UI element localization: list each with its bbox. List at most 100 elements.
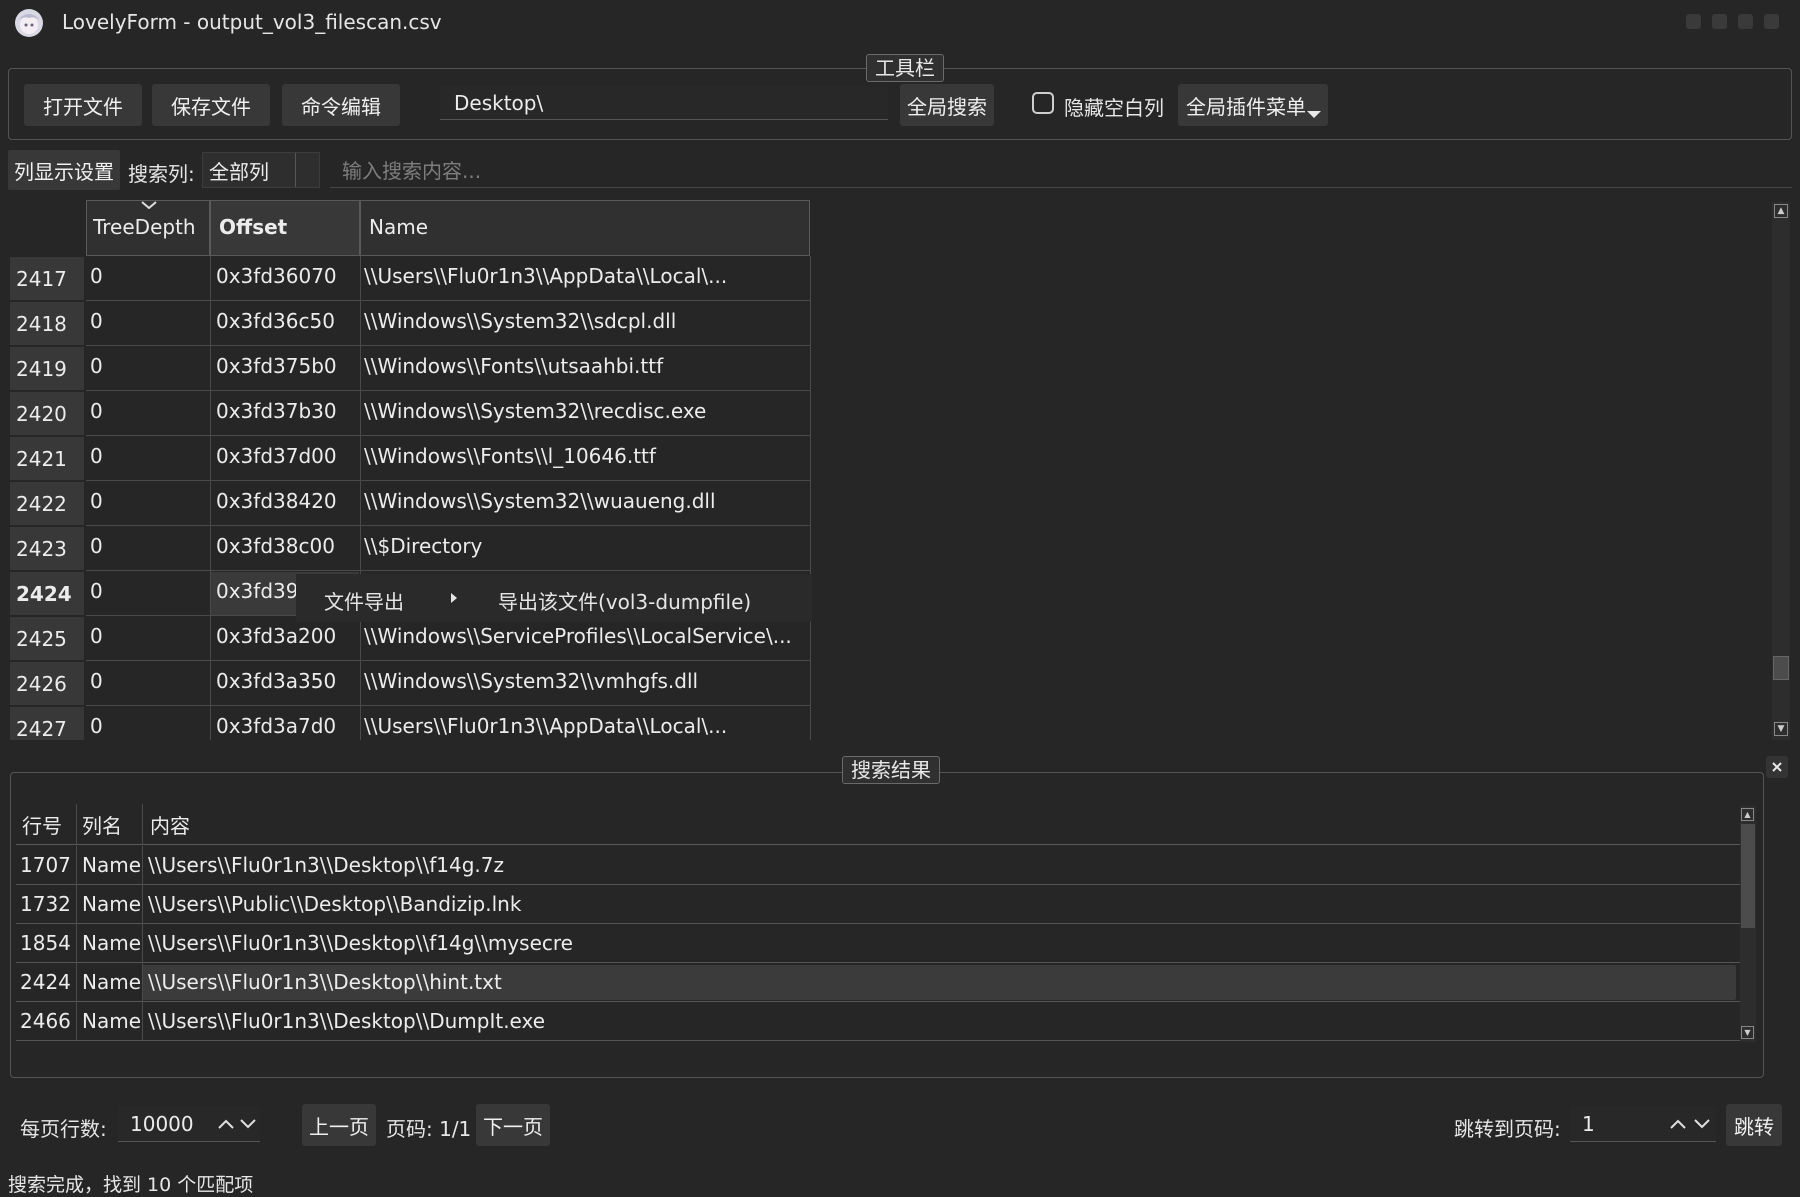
- treedepth-cell[interactable]: 0: [90, 669, 206, 693]
- offset-cell[interactable]: 0x3fd36c50: [216, 309, 356, 333]
- prev-page-button[interactable]: 上一页: [302, 1104, 376, 1146]
- result-column-name[interactable]: Name: [82, 970, 141, 994]
- column-header-offset[interactable]: Offset: [210, 200, 360, 256]
- result-row[interactable]: 1732 Name \\Users\\Public\\Desktop\\Bandiz…: [16, 885, 1740, 924]
- offset-cell[interactable]: 0x3fd3a350: [216, 669, 356, 693]
- name-cell[interactable]: \\$Directory: [364, 534, 804, 558]
- spin-up-icon[interactable]: [218, 1119, 234, 1129]
- results-scroll-up-arrow-icon[interactable]: ▲: [1741, 808, 1754, 821]
- results-scroll-thumb[interactable]: [1741, 824, 1755, 928]
- scroll-thumb[interactable]: [1773, 656, 1789, 680]
- jump-button[interactable]: 跳转: [1726, 1104, 1782, 1146]
- name-cell[interactable]: \\Windows\\System32\\recdisc.exe: [364, 399, 804, 423]
- treedepth-cell[interactable]: 0: [90, 354, 206, 378]
- treedepth-cell[interactable]: 0: [90, 579, 206, 603]
- row-number-cell[interactable]: 2425: [10, 617, 84, 660]
- result-line-number[interactable]: 1707: [20, 853, 71, 877]
- treedepth-cell[interactable]: 0: [90, 309, 206, 333]
- offset-cell[interactable]: 0x3fd38c00: [216, 534, 356, 558]
- context-menu-export-dumpfile[interactable]: 导出该文件(vol3-dumpfile): [498, 586, 751, 615]
- spin-down-icon[interactable]: [240, 1119, 256, 1129]
- table-row[interactable]: 2419 0 0x3fd375b0 \\Windows\\Fonts\\utsaahb…: [8, 346, 811, 391]
- row-number-cell[interactable]: 2417: [10, 257, 84, 300]
- search-results-close-button[interactable]: [1766, 756, 1788, 778]
- row-number-cell[interactable]: 2418: [10, 302, 84, 345]
- result-content[interactable]: \\Users\\Public\\Desktop\\Bandizip.lnk: [148, 892, 1728, 916]
- treedepth-cell[interactable]: 0: [90, 624, 206, 648]
- global-search-button[interactable]: 全局搜索: [900, 84, 994, 126]
- result-row[interactable]: 2424 Name \\Users\\Flu0r1n3\\Desktop\\hint…: [16, 963, 1740, 1002]
- table-row[interactable]: 2420 0 0x3fd37b30 \\Windows\\System32\\recd…: [8, 391, 811, 436]
- treedepth-cell[interactable]: 0: [90, 489, 206, 513]
- name-cell[interactable]: \\Windows\\System32\\sdcpl.dll: [364, 309, 804, 333]
- table-row[interactable]: 2422 0 0x3fd38420 \\Windows\\System32\\wuau…: [8, 481, 811, 526]
- table-row[interactable]: 2423 0 0x3fd38c00 \\$Directory: [8, 526, 811, 571]
- scroll-down-arrow-icon[interactable]: ▼: [1774, 722, 1788, 736]
- row-number-cell[interactable]: 2427: [10, 707, 84, 740]
- offset-cell[interactable]: 0x3fd3a200: [216, 624, 356, 648]
- result-column-name[interactable]: Name: [82, 1009, 141, 1033]
- name-cell[interactable]: \\Windows\\System32\\vmhgfs.dll: [364, 669, 804, 693]
- spin-down-icon[interactable]: [1694, 1119, 1710, 1129]
- save-file-button[interactable]: 保存文件: [152, 84, 270, 126]
- window-menu-button[interactable]: [1686, 14, 1701, 29]
- name-cell[interactable]: \\Users\\Flu0r1n3\\AppData\\Local\...: [364, 714, 804, 738]
- table-row[interactable]: 2425 0 0x3fd3a200 \\Windows\\ServiceProfile…: [8, 616, 811, 661]
- offset-cell[interactable]: 0x3fd36070: [216, 264, 356, 288]
- result-line-number[interactable]: 1732: [20, 892, 71, 916]
- name-cell[interactable]: \\Users\\Flu0r1n3\\AppData\\Local\...: [364, 264, 804, 288]
- treedepth-cell[interactable]: 0: [90, 444, 206, 468]
- search-input[interactable]: 输入搜索内容...: [330, 152, 1792, 188]
- table-row[interactable]: 2421 0 0x3fd37d00 \\Windows\\Fonts\\l_10646…: [8, 436, 811, 481]
- result-line-number[interactable]: 2424: [20, 970, 71, 994]
- result-content[interactable]: \\Users\\Flu0r1n3\\Desktop\\f14g\\mysecr…: [148, 931, 1728, 955]
- treedepth-cell[interactable]: 0: [90, 534, 206, 558]
- table-row[interactable]: 2417 0 0x3fd36070 \\Users\\Flu0r1n3\\AppDat…: [8, 256, 811, 301]
- spin-up-icon[interactable]: [1670, 1119, 1686, 1129]
- column-header-treedepth[interactable]: TreeDepth: [86, 200, 210, 256]
- row-number-cell[interactable]: 2426: [10, 662, 84, 705]
- results-scroll-down-arrow-icon[interactable]: ▼: [1741, 1026, 1754, 1039]
- name-cell[interactable]: \\Windows\\Fonts\\utsaahbi.ttf: [364, 354, 804, 378]
- result-column-name[interactable]: Name: [82, 892, 141, 916]
- treedepth-cell[interactable]: 0: [90, 714, 206, 738]
- row-number-cell[interactable]: 2419: [10, 347, 84, 390]
- results-scrollbar[interactable]: ▲ ▼: [1740, 806, 1756, 1042]
- table-row[interactable]: 2418 0 0x3fd36c50 \\Windows\\System32\\sdcp…: [8, 301, 811, 346]
- result-column-name[interactable]: Name: [82, 931, 141, 955]
- result-column-name[interactable]: Name: [82, 853, 141, 877]
- result-row[interactable]: 1854 Name \\Users\\Flu0r1n3\\Desktop\\f14g…: [16, 924, 1740, 963]
- next-page-button[interactable]: 下一页: [476, 1104, 550, 1146]
- table-row[interactable]: 2427 0 0x3fd3a7d0 \\Users\\Flu0r1n3\\AppDat…: [8, 706, 811, 740]
- name-cell[interactable]: \\Windows\\System32\\wuaueng.dll: [364, 489, 804, 513]
- result-line-number[interactable]: 1854: [20, 931, 71, 955]
- offset-cell[interactable]: 0x3fd37d00: [216, 444, 356, 468]
- result-row[interactable]: 1707 Name \\Users\\Flu0r1n3\\Desktop\\f14g…: [16, 846, 1740, 885]
- context-menu-file-export[interactable]: 文件导出: [324, 586, 404, 615]
- table-vertical-scrollbar[interactable]: ▲ ▼: [1772, 202, 1790, 740]
- result-content[interactable]: \\Users\\Flu0r1n3\\Desktop\\f14g.7z: [148, 853, 1728, 877]
- window-minimize-button[interactable]: [1712, 14, 1727, 29]
- treedepth-cell[interactable]: 0: [90, 399, 206, 423]
- treedepth-cell[interactable]: 0: [90, 264, 206, 288]
- path-input[interactable]: Desktop\: [440, 86, 888, 120]
- name-cell[interactable]: \\Windows\\ServiceProfiles\\LocalService…: [364, 624, 804, 648]
- row-number-cell[interactable]: 2424: [10, 572, 84, 615]
- scroll-up-arrow-icon[interactable]: ▲: [1774, 204, 1788, 218]
- result-row[interactable]: 2466 Name \\Users\\Flu0r1n3\\Desktop\\Dump…: [16, 1002, 1740, 1041]
- result-line-number[interactable]: 2466: [20, 1009, 71, 1033]
- offset-cell[interactable]: 0x3fd375b0: [216, 354, 356, 378]
- row-number-cell[interactable]: 2423: [10, 527, 84, 570]
- row-number-cell[interactable]: 2421: [10, 437, 84, 480]
- rows-per-page-spinbox[interactable]: 10000: [118, 1106, 260, 1142]
- column-header-name[interactable]: Name: [360, 200, 810, 256]
- name-cell[interactable]: \\Windows\\Fonts\\l_10646.ttf: [364, 444, 804, 468]
- plugin-menu-button[interactable]: 全局插件菜单: [1178, 84, 1328, 126]
- hide-empty-columns-checkbox[interactable]: [1032, 92, 1054, 114]
- offset-cell[interactable]: 0x3fd3a7d0: [216, 714, 356, 738]
- command-edit-button[interactable]: 命令编辑: [282, 84, 400, 126]
- offset-cell[interactable]: 0x3fd37b30: [216, 399, 356, 423]
- result-content[interactable]: \\Users\\Flu0r1n3\\Desktop\\DumpIt.exe: [148, 1009, 1728, 1033]
- open-file-button[interactable]: 打开文件: [24, 84, 142, 126]
- offset-cell[interactable]: 0x3fd38420: [216, 489, 356, 513]
